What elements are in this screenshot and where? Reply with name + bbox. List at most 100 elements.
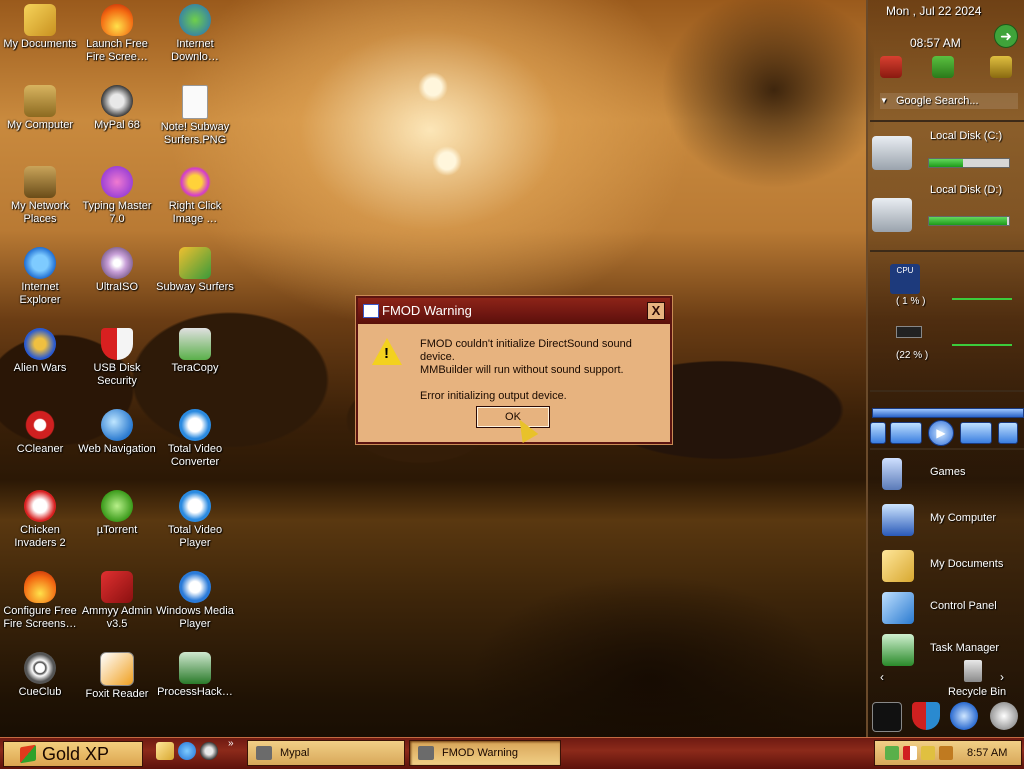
desktop-icon-total-video-player[interactable]: Total Video Player <box>155 486 235 562</box>
dialog-titlebar[interactable]: FMOD Warning X <box>358 298 670 324</box>
desktop-icon-web-navigation[interactable]: Web Navigation <box>77 405 157 481</box>
foxit-reader-icon <box>100 652 134 686</box>
eject-icon[interactable] <box>998 422 1018 444</box>
fire-icon <box>101 4 133 36</box>
divider <box>870 448 1024 450</box>
desktop-icon-configure-free-fire[interactable]: Configure Free Fire Screens… <box>0 567 80 643</box>
dialog-message-line: FMOD couldn't initialize DirectSound sou… <box>420 338 632 363</box>
desktop-icon-cueclub[interactable]: CueClub <box>0 648 80 724</box>
gear-flower-icon <box>179 166 211 198</box>
desktop-icon-launch-free-fire[interactable]: Launch Free Fire Scree… <box>77 0 157 76</box>
computer-icon <box>882 504 914 536</box>
media-seek-bar[interactable] <box>872 408 1024 418</box>
desktop-icon-mypal[interactable]: MyPal 68 <box>77 81 157 157</box>
search-label: Google Search... <box>896 95 979 107</box>
desktop-icon-subway-surfers-png[interactable]: Note! Subway Surfers.PNG <box>155 81 235 157</box>
desktop-icon-alien-wars[interactable]: Alien Wars <box>0 324 80 400</box>
sidebar-item-my-documents[interactable]: My Documents <box>870 546 1024 588</box>
security-center-shield-icon[interactable] <box>912 702 940 730</box>
desktop-icon-total-video-converter[interactable]: Total Video Converter <box>155 405 235 481</box>
rewind-icon[interactable] <box>890 422 922 444</box>
desktop-icon-typing-master[interactable]: Typing Master 7.0 <box>77 162 157 238</box>
taskbar-button-fmod-warning[interactable]: FMOD Warning <box>409 740 561 766</box>
desktop-icon-chicken-invaders[interactable]: Chicken Invaders 2 <box>0 486 80 562</box>
sidebar-item-control-panel[interactable]: Control Panel <box>870 588 1024 630</box>
taskbar-button-mypal[interactable]: Mypal <box>247 740 405 766</box>
desktop-icon-label: Launch Free Fire Scree… <box>86 38 148 63</box>
ccleaner-icon <box>24 409 56 441</box>
desktop-icon-windows-media-player[interactable]: Windows Media Player <box>155 567 235 643</box>
power-off-icon[interactable] <box>880 56 902 78</box>
sidebar-item-label: My Computer <box>930 512 997 524</box>
desktop-icon-label: µTorrent <box>96 524 138 536</box>
sidebar-item-label: Task Manager <box>930 642 1000 654</box>
tray-app-icon[interactable] <box>921 746 935 760</box>
quicklaunch-folder-icon[interactable] <box>156 742 174 760</box>
desktop-icon-foxit-reader[interactable]: Foxit Reader <box>77 648 157 724</box>
sidebar-item-my-computer[interactable]: My Computer <box>870 500 1024 542</box>
desktop-icon-label: ProcessHack… <box>157 686 233 698</box>
desktop-icon-my-documents[interactable]: My Documents <box>0 0 80 76</box>
sidebar-item-games[interactable]: Games <box>870 454 1024 496</box>
desktop-icon-usb-disk-security[interactable]: USB Disk Security <box>77 324 157 400</box>
desktop-icon-label: Internet Explorer <box>19 281 61 306</box>
task-manager-icon <box>882 634 914 666</box>
desktop-icon-internet-explorer[interactable]: Internet Explorer <box>0 243 80 319</box>
disk-c-usage-bar <box>928 158 1010 168</box>
speaker-icon[interactable] <box>990 702 1018 730</box>
typing-master-icon <box>101 166 133 198</box>
chevron-left-icon[interactable]: ‹ <box>880 670 884 684</box>
desktop-icon-label: Configure Free Fire Screens… <box>3 605 77 630</box>
desktop-icon-label: UltraISO <box>95 281 139 293</box>
recycle-bin-label: Recycle Bin <box>948 686 1007 698</box>
desktop-icon-internet-download-manager[interactable]: Internet Downlo… <box>155 0 235 76</box>
chevron-down-icon: ▼ <box>880 96 888 105</box>
cpu-icon: CPU <box>890 264 920 294</box>
desktop-icon-ccleaner[interactable]: CCleaner <box>0 405 80 481</box>
desktop-icon-ultraiso[interactable]: UltraISO <box>77 243 157 319</box>
desktop-icon-utorrent[interactable]: µTorrent <box>77 486 157 562</box>
quicklaunch-overflow-chevron-icon[interactable]: » <box>228 738 234 749</box>
desktop-icon-label: CCleaner <box>16 443 64 455</box>
desktop-icon-subway-surfers[interactable]: Subway Surfers <box>155 243 235 319</box>
taskbar-clock[interactable]: 8:57 AM <box>967 741 1007 765</box>
utorrent-icon <box>101 490 133 522</box>
disc-icon <box>101 247 133 279</box>
quicklaunch-mypal-icon[interactable] <box>200 742 218 760</box>
tray-tools-icon[interactable] <box>939 746 953 760</box>
windows-flag-icon <box>20 744 36 764</box>
desktop-icon-right-click-image[interactable]: Right Click Image … <box>155 162 235 238</box>
desktop-icon-my-computer[interactable]: My Computer <box>0 81 80 157</box>
window-app-icon <box>363 304 379 318</box>
memory-usage: (22 % ) <box>896 350 929 361</box>
google-search-input[interactable]: ▼ Google Search... <box>880 93 1018 109</box>
restart-icon[interactable] <box>932 56 954 78</box>
chevron-right-icon[interactable]: › <box>1000 670 1004 684</box>
arrow-right-icon[interactable]: ➜ <box>994 24 1018 48</box>
desktop-icon-my-network-places[interactable]: My Network Places <box>0 162 80 238</box>
tray-network-icon[interactable] <box>885 746 899 760</box>
desktop-icon-label: Total Video Player <box>167 524 223 549</box>
standby-icon[interactable] <box>990 56 1012 78</box>
sidebar-item-task-manager[interactable]: Task Manager <box>870 630 1024 672</box>
desktop-icon-label: Ammyy Admin v3.5 <box>81 605 153 630</box>
globe-icon <box>101 409 133 441</box>
start-button[interactable]: Gold XP <box>3 741 143 767</box>
internet-download-manager-icon <box>179 4 211 36</box>
play-icon[interactable]: ▶ <box>928 420 954 446</box>
computer-icon <box>24 85 56 117</box>
desktop-icon-ammyy-admin[interactable]: Ammyy Admin v3.5 <box>77 567 157 643</box>
stop-icon[interactable] <box>870 422 886 444</box>
desktop-icon-teracopy[interactable]: TeraCopy <box>155 324 235 400</box>
divider <box>870 390 1024 392</box>
quicklaunch-internet-explorer-icon[interactable] <box>178 742 196 760</box>
memory-icon <box>896 326 922 338</box>
desktop-icon-process-hacker[interactable]: ProcessHack… <box>155 648 235 724</box>
dialog-close-button[interactable]: X <box>647 302 665 320</box>
network-globe-icon[interactable] <box>950 702 978 730</box>
fast-forward-icon[interactable] <box>960 422 992 444</box>
tray-shield-icon[interactable] <box>903 746 917 760</box>
recycle-bin-icon[interactable] <box>964 660 982 682</box>
folder-documents-icon <box>882 550 914 582</box>
command-prompt-icon[interactable] <box>872 702 902 732</box>
